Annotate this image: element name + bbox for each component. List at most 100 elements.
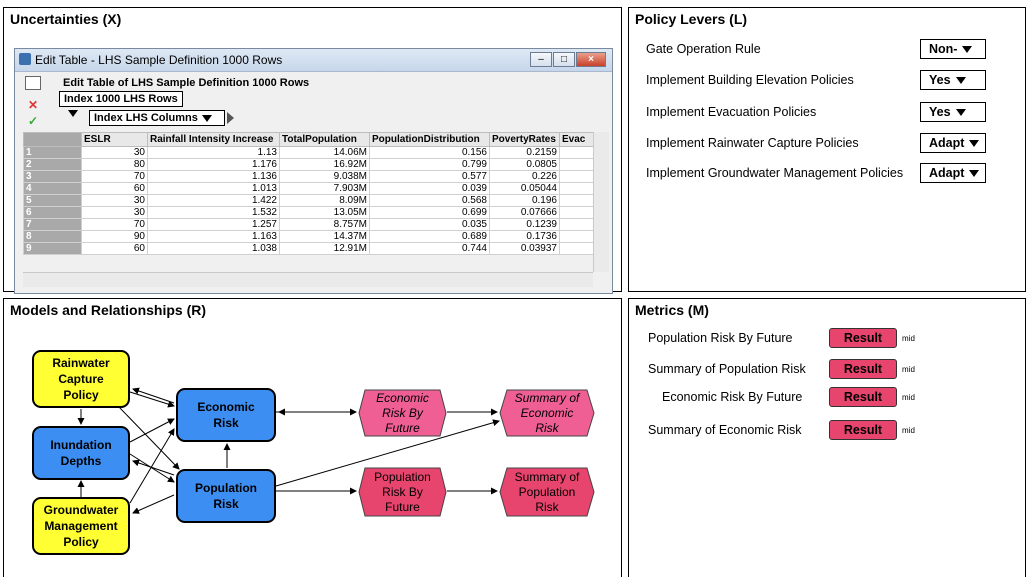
close-button[interactable]: × bbox=[576, 52, 606, 67]
table-cell[interactable]: 80 bbox=[81, 158, 148, 171]
table-cell[interactable]: 0.035 bbox=[369, 218, 490, 231]
economic-risk-node[interactable]: Economic Risk bbox=[176, 388, 276, 442]
table-cell[interactable]: 70 bbox=[81, 170, 148, 183]
table-cell[interactable] bbox=[559, 242, 594, 255]
table-row[interactable]: 8 90 1.163 14.37M 0.689 0.1736 bbox=[23, 230, 594, 243]
table-cell[interactable]: 0.568 bbox=[369, 194, 490, 207]
table-cell[interactable]: 1.422 bbox=[147, 194, 280, 207]
window-title-bar[interactable]: Edit Table - LHS Sample Definition 1000 … bbox=[15, 49, 612, 72]
economic-risk-by-future-node[interactable]: Economic Risk By Future bbox=[358, 389, 447, 437]
table-cell[interactable]: 8.757M bbox=[279, 218, 370, 231]
table-cell[interactable]: 0.039 bbox=[369, 182, 490, 195]
population-risk-node[interactable]: Population Risk bbox=[176, 469, 276, 523]
table-cell[interactable]: 8.09M bbox=[279, 194, 370, 207]
table-cell[interactable]: 0.156 bbox=[369, 146, 490, 159]
table-cell[interactable]: 60 bbox=[81, 242, 148, 255]
result-button[interactable]: Result bbox=[829, 328, 897, 348]
table-cell[interactable]: 70 bbox=[81, 218, 148, 231]
table-row[interactable]: 2 80 1.176 16.92M 0.799 0.0805 bbox=[23, 158, 594, 171]
result-button[interactable]: Result bbox=[829, 359, 897, 379]
table-row[interactable]: 7 70 1.257 8.757M 0.035 0.1239 bbox=[23, 218, 594, 231]
table-cell[interactable]: 0.0805 bbox=[489, 158, 560, 171]
table-cell[interactable]: 0.196 bbox=[489, 194, 560, 207]
table-cell[interactable] bbox=[559, 158, 594, 171]
column-header[interactable]: PovertyRates bbox=[489, 132, 560, 147]
summary-economic-risk-node[interactable]: Summary of Economic Risk bbox=[499, 389, 595, 437]
column-header[interactable]: TotalPopulation bbox=[279, 132, 370, 147]
table-cell[interactable] bbox=[559, 182, 594, 195]
edit-icon[interactable] bbox=[25, 76, 41, 90]
summary-population-risk-node[interactable]: Summary of Population Risk bbox=[499, 467, 595, 517]
table-cell[interactable]: 0.07666 bbox=[489, 206, 560, 219]
table-cell[interactable] bbox=[559, 146, 594, 159]
table-cell[interactable]: 1.176 bbox=[147, 158, 280, 171]
table-cell[interactable]: 16.92M bbox=[279, 158, 370, 171]
table-row[interactable]: 5 30 1.422 8.09M 0.568 0.196 bbox=[23, 194, 594, 207]
table-cell[interactable]: 0.05044 bbox=[489, 182, 560, 195]
maximize-button[interactable]: □ bbox=[553, 52, 575, 67]
column-header[interactable]: ESLR bbox=[81, 132, 148, 147]
data-table[interactable]: ESLR Rainfall Intensity Increase TotalPo… bbox=[23, 132, 594, 255]
table-cell[interactable]: 1.038 bbox=[147, 242, 280, 255]
table-cell[interactable]: 90 bbox=[81, 230, 148, 243]
rainwater-capture-node[interactable]: Rainwater Capture Policy bbox=[32, 350, 130, 408]
table-cell[interactable]: 14.37M bbox=[279, 230, 370, 243]
table-cell[interactable] bbox=[559, 170, 594, 183]
lever-dropdown-rainwater[interactable]: Adapt bbox=[920, 133, 986, 153]
table-cell[interactable] bbox=[559, 194, 594, 207]
table-cell[interactable]: 13.05M bbox=[279, 206, 370, 219]
lever-dropdown-evacuation[interactable]: Yes bbox=[920, 102, 986, 122]
table-cell[interactable]: 0.2159 bbox=[489, 146, 560, 159]
table-cell[interactable]: 0.689 bbox=[369, 230, 490, 243]
accept-icon[interactable]: ✓ bbox=[25, 115, 41, 129]
table-cell[interactable]: 30 bbox=[81, 206, 148, 219]
table-cell[interactable]: 30 bbox=[81, 194, 148, 207]
table-cell[interactable]: 0.744 bbox=[369, 242, 490, 255]
table-cell[interactable]: 7.903M bbox=[279, 182, 370, 195]
minimize-button[interactable]: – bbox=[530, 52, 552, 67]
horizontal-scrollbar[interactable] bbox=[23, 272, 593, 287]
table-cell[interactable] bbox=[559, 218, 594, 231]
row-index-dropdown[interactable]: Index 1000 LHS Rows bbox=[59, 91, 183, 117]
inundation-depths-node[interactable]: Inundation Depths bbox=[32, 426, 130, 480]
table-cell[interactable]: 0.799 bbox=[369, 158, 490, 171]
cancel-icon[interactable]: ✕ bbox=[25, 99, 41, 113]
table-cell[interactable]: 1.532 bbox=[147, 206, 280, 219]
table-cell[interactable]: 0.226 bbox=[489, 170, 560, 183]
table-cell[interactable]: 60 bbox=[81, 182, 148, 195]
edit-table-window[interactable]: Edit Table - LHS Sample Definition 1000 … bbox=[14, 48, 613, 294]
column-header[interactable]: Evac bbox=[559, 132, 594, 147]
table-cell[interactable]: 0.03937 bbox=[489, 242, 560, 255]
result-button[interactable]: Result bbox=[829, 387, 897, 407]
table-row[interactable]: 6 30 1.532 13.05M 0.699 0.07666 bbox=[23, 206, 594, 219]
lever-dropdown-groundwater[interactable]: Adapt bbox=[920, 163, 986, 183]
result-button[interactable]: Result bbox=[829, 420, 897, 440]
table-cell[interactable] bbox=[559, 230, 594, 243]
table-cell[interactable]: 30 bbox=[81, 146, 148, 159]
table-row[interactable]: 9 60 1.038 12.91M 0.744 0.03937 bbox=[23, 242, 594, 255]
table-cell[interactable]: 0.699 bbox=[369, 206, 490, 219]
table-cell[interactable]: 12.91M bbox=[279, 242, 370, 255]
table-cell[interactable]: 0.577 bbox=[369, 170, 490, 183]
column-header[interactable]: PopulationDistribution bbox=[369, 132, 490, 147]
table-cell[interactable]: 0.1736 bbox=[489, 230, 560, 243]
lever-dropdown-building[interactable]: Yes bbox=[920, 70, 986, 90]
table-cell[interactable]: 1.257 bbox=[147, 218, 280, 231]
table-cell[interactable]: 9.038M bbox=[279, 170, 370, 183]
table-cell[interactable]: 0.1239 bbox=[489, 218, 560, 231]
table-cell[interactable]: 1.136 bbox=[147, 170, 280, 183]
population-risk-by-future-node[interactable]: Population Risk By Future bbox=[358, 467, 447, 517]
groundwater-management-node[interactable]: Groundwater Management Policy bbox=[32, 497, 130, 555]
table-cell[interactable] bbox=[559, 206, 594, 219]
table-row[interactable]: 1 30 1.13 14.06M 0.156 0.2159 bbox=[23, 146, 594, 159]
table-cell[interactable]: 1.013 bbox=[147, 182, 280, 195]
column-index-dropdown[interactable]: Index LHS Columns bbox=[89, 110, 225, 126]
vertical-scrollbar[interactable] bbox=[593, 132, 609, 272]
table-cell[interactable]: 1.13 bbox=[147, 146, 280, 159]
table-cell[interactable]: 1.163 bbox=[147, 230, 280, 243]
lever-dropdown-gate[interactable]: Non- bbox=[920, 39, 986, 59]
table-row[interactable]: 4 60 1.013 7.903M 0.039 0.05044 bbox=[23, 182, 594, 195]
table-cell[interactable]: 14.06M bbox=[279, 146, 370, 159]
column-header[interactable]: Rainfall Intensity Increase bbox=[147, 132, 280, 147]
table-row[interactable]: 3 70 1.136 9.038M 0.577 0.226 bbox=[23, 170, 594, 183]
